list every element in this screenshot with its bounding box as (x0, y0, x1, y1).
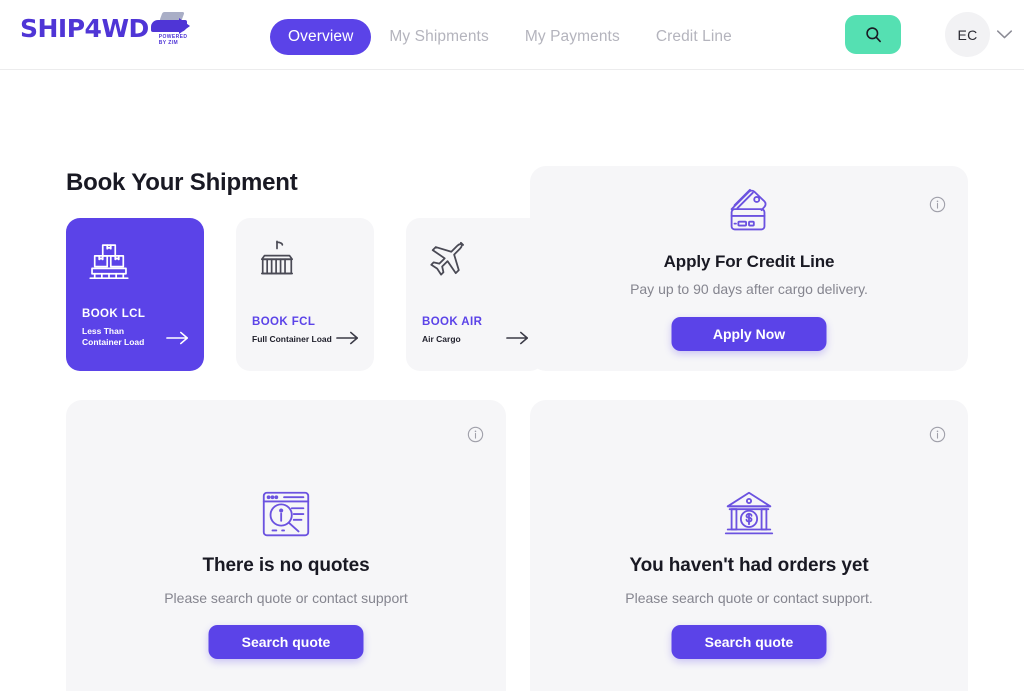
quotes-title: There is no quotes (202, 555, 370, 576)
apply-now-button[interactable]: Apply Now (671, 317, 827, 351)
booking-card-air-title: BOOK AIR (422, 316, 483, 328)
logo-powered-line2: BY ZIM (158, 40, 179, 46)
booking-card-row: BOOK LCL Less Than Container Load BOOK F… (66, 218, 544, 371)
booking-card-air[interactable]: BOOK AIR Air Cargo (406, 218, 544, 371)
booking-card-lcl[interactable]: BOOK LCL Less Than Container Load (66, 218, 204, 371)
info-circle-icon[interactable] (929, 426, 946, 448)
boxes-pallet-icon (84, 238, 134, 293)
bank-dollar-icon (720, 486, 778, 549)
nav-item-credit-line[interactable]: Credit Line (638, 19, 750, 55)
main-content: Book Your Shipment BOOK LCL Less Than Co… (0, 70, 1024, 691)
arrow-right-icon[interactable] (336, 330, 360, 351)
zim-swoosh-icon: POWERED BY ZIM (150, 12, 197, 46)
orders-panel: You haven't had orders yet Please search… (530, 400, 968, 691)
search-button[interactable] (845, 15, 901, 54)
booking-card-lcl-subtitle: Less Than Container Load (82, 326, 145, 347)
arrow-right-icon[interactable] (166, 330, 190, 351)
user-menu[interactable]: EC (945, 12, 1013, 57)
page-title: Book Your Shipment (66, 169, 298, 196)
orders-subtitle: Please search quote or contact support. (625, 590, 873, 606)
avatar: EC (945, 12, 990, 57)
credit-line-subtitle: Pay up to 90 days after cargo delivery. (630, 281, 868, 297)
booking-card-fcl-subtitle: Full Container Load (252, 334, 332, 344)
logo-wordmark: SHIP4WD (20, 14, 149, 43)
orders-title: You haven't had orders yet (629, 555, 869, 576)
arrow-right-icon[interactable] (506, 330, 530, 351)
credit-line-title: Apply For Credit Line (663, 252, 835, 271)
nav-item-overview[interactable]: Overview (270, 19, 372, 55)
credit-line-panel: Apply For Credit Line Pay up to 90 days … (530, 166, 968, 371)
booking-card-fcl-title: BOOK FCL (252, 316, 316, 328)
search-quote-button-orders[interactable]: Search quote (671, 625, 827, 659)
airplane-icon (422, 236, 472, 291)
info-circle-icon[interactable] (467, 426, 484, 448)
booking-card-fcl[interactable]: BOOK FCL Full Container Load (236, 218, 374, 371)
search-icon (865, 27, 881, 43)
quotes-panel: There is no quotes Please search quote o… (66, 400, 506, 691)
app-header: SHIP4WD POWERED BY ZIM Overview My Shipm… (0, 0, 1024, 70)
search-quote-button-quotes[interactable]: Search quote (208, 625, 364, 659)
shipping-container-icon (252, 236, 302, 291)
nav-item-my-payments[interactable]: My Payments (507, 19, 638, 55)
main-navigation: Overview My Shipments My Payments Credit… (270, 19, 750, 55)
nav-item-my-shipments[interactable]: My Shipments (371, 19, 506, 55)
chevron-down-icon[interactable] (996, 29, 1013, 40)
credit-cards-icon (720, 184, 778, 247)
quote-search-window-icon (257, 486, 315, 549)
booking-card-air-subtitle: Air Cargo (422, 334, 461, 344)
brand-logo[interactable]: SHIP4WD POWERED BY ZIM (20, 12, 197, 46)
booking-card-lcl-title: BOOK LCL (82, 308, 146, 320)
info-circle-icon[interactable] (929, 196, 946, 218)
quotes-subtitle: Please search quote or contact support (164, 590, 408, 606)
